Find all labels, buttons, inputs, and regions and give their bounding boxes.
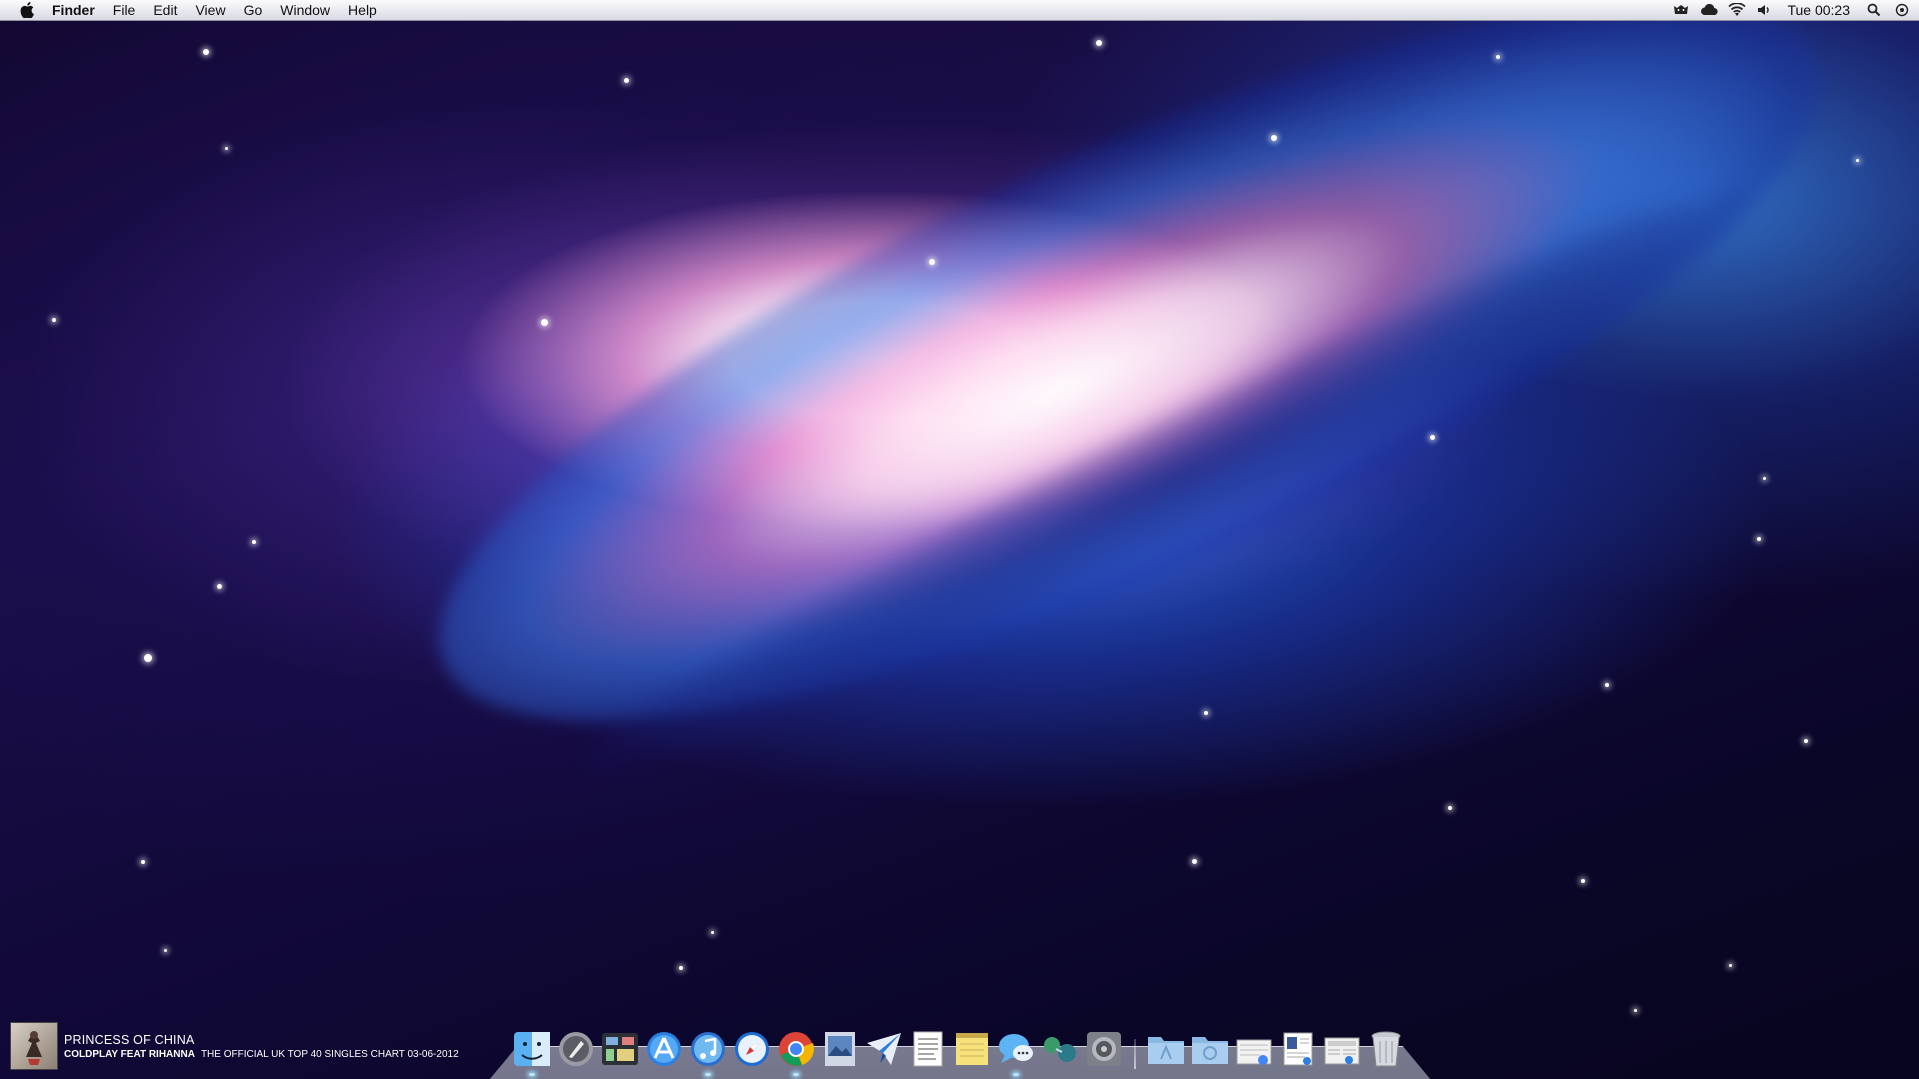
- status-area: Tue 00:23: [1667, 0, 1919, 21]
- system-preferences-icon[interactable]: [1084, 1029, 1124, 1069]
- now-playing-text: PRINCESS OF CHINA COLDPLAY FEAT RIHANNA …: [64, 1033, 459, 1060]
- web-document-icon[interactable]: [1322, 1029, 1362, 1069]
- track-meta: COLDPLAY FEAT RIHANNA THE OFFICIAL UK TO…: [64, 1049, 459, 1060]
- star: [52, 318, 56, 322]
- star: [1729, 964, 1732, 967]
- star: [624, 78, 629, 83]
- messages-icon[interactable]: [996, 1029, 1036, 1076]
- dock: [510, 1025, 1408, 1076]
- notification-icon[interactable]: [1893, 2, 1911, 18]
- safari-icon[interactable]: [732, 1029, 772, 1069]
- icloud-icon[interactable]: [1700, 2, 1719, 18]
- applications-folder-icon[interactable]: [1146, 1029, 1186, 1069]
- menu-go[interactable]: Go: [235, 0, 272, 21]
- star: [1496, 55, 1500, 59]
- volume-icon[interactable]: [1756, 2, 1774, 18]
- star: [1763, 477, 1766, 480]
- star: [1192, 859, 1197, 864]
- preview-icon[interactable]: [820, 1029, 860, 1069]
- star: [164, 949, 167, 952]
- star: [711, 931, 714, 934]
- star: [144, 654, 152, 662]
- star: [1581, 879, 1585, 883]
- chrome-icon[interactable]: [776, 1029, 816, 1076]
- menu-view[interactable]: View: [186, 0, 234, 21]
- star: [1096, 40, 1102, 46]
- star: [252, 540, 256, 544]
- network-icon[interactable]: [1040, 1029, 1080, 1069]
- menu-window[interactable]: Window: [271, 0, 339, 21]
- menu-edit[interactable]: Edit: [144, 0, 186, 21]
- star: [679, 966, 683, 970]
- menu-help[interactable]: Help: [339, 0, 386, 21]
- apple-icon[interactable]: [20, 1, 34, 19]
- star: [1448, 806, 1452, 810]
- menubar-clock[interactable]: Tue 00:23: [1787, 2, 1850, 18]
- itunes-icon[interactable]: [688, 1029, 728, 1076]
- star: [1804, 739, 1808, 743]
- app-store-icon[interactable]: [644, 1029, 684, 1069]
- textedit-icon[interactable]: [908, 1029, 948, 1069]
- spotlight-icon[interactable]: [1865, 2, 1883, 18]
- running-indicator: [705, 1073, 711, 1076]
- track-title: PRINCESS OF CHINA: [64, 1032, 195, 1047]
- star: [929, 259, 935, 265]
- mission-control-icon[interactable]: [600, 1029, 640, 1069]
- wifi-icon[interactable]: [1728, 2, 1747, 18]
- star: [541, 319, 548, 326]
- screenshot-stack-icon[interactable]: [1278, 1029, 1318, 1069]
- menu-app-finder[interactable]: Finder: [52, 0, 104, 21]
- album-art: [10, 1022, 58, 1070]
- document-stack-icon[interactable]: [1234, 1029, 1274, 1069]
- menu-bar: Finder File Edit View Go Window Help Tue…: [0, 0, 1919, 21]
- track-artist: COLDPLAY FEAT RIHANNA: [64, 1048, 195, 1060]
- menu-file[interactable]: File: [104, 0, 145, 21]
- track-source: THE OFFICIAL UK TOP 40 SINGLES CHART 03-…: [200, 1048, 459, 1060]
- growl-icon[interactable]: [1672, 2, 1690, 18]
- star: [1757, 537, 1761, 541]
- finder-icon[interactable]: [512, 1029, 552, 1076]
- star: [1605, 683, 1609, 687]
- star: [217, 584, 222, 589]
- launchpad-icon[interactable]: [556, 1029, 596, 1069]
- mail-icon[interactable]: [864, 1029, 904, 1069]
- running-indicator: [1013, 1073, 1019, 1076]
- star: [1856, 159, 1859, 162]
- trash-icon[interactable]: [1366, 1029, 1406, 1069]
- now-playing-widget[interactable]: PRINCESS OF CHINA COLDPLAY FEAT RIHANNA …: [10, 1022, 459, 1070]
- notes-icon[interactable]: [952, 1029, 992, 1069]
- dock-separator: [1134, 1039, 1136, 1069]
- star: [1430, 435, 1435, 440]
- running-indicator: [529, 1073, 535, 1076]
- star: [1204, 711, 1208, 715]
- star: [225, 147, 228, 150]
- running-indicator: [793, 1073, 799, 1076]
- star: [1271, 135, 1277, 141]
- star: [203, 49, 209, 55]
- star: [1634, 1009, 1637, 1012]
- downloads-folder-icon[interactable]: [1190, 1029, 1230, 1069]
- star: [141, 860, 145, 864]
